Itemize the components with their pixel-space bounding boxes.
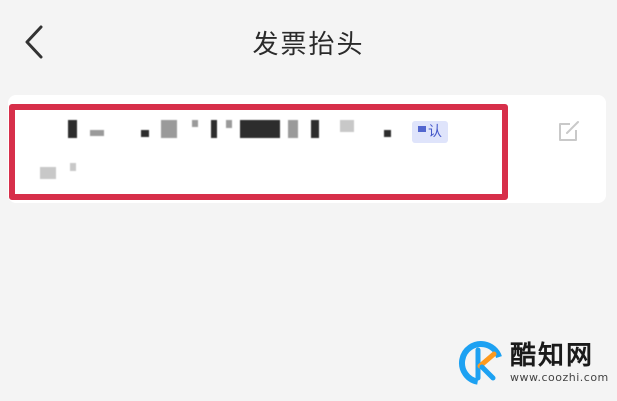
watermark: 酷知网 www.coozhi.com bbox=[458, 340, 609, 386]
watermark-name: 酷知网 bbox=[510, 341, 595, 371]
edit-icon bbox=[559, 121, 579, 141]
watermark-url: www.coozhi.com bbox=[510, 371, 609, 384]
edit-button[interactable] bbox=[554, 116, 584, 146]
highlight-frame bbox=[9, 104, 508, 200]
page-title: 发票抬头 bbox=[252, 30, 365, 60]
coozhi-logo-icon bbox=[459, 341, 503, 385]
